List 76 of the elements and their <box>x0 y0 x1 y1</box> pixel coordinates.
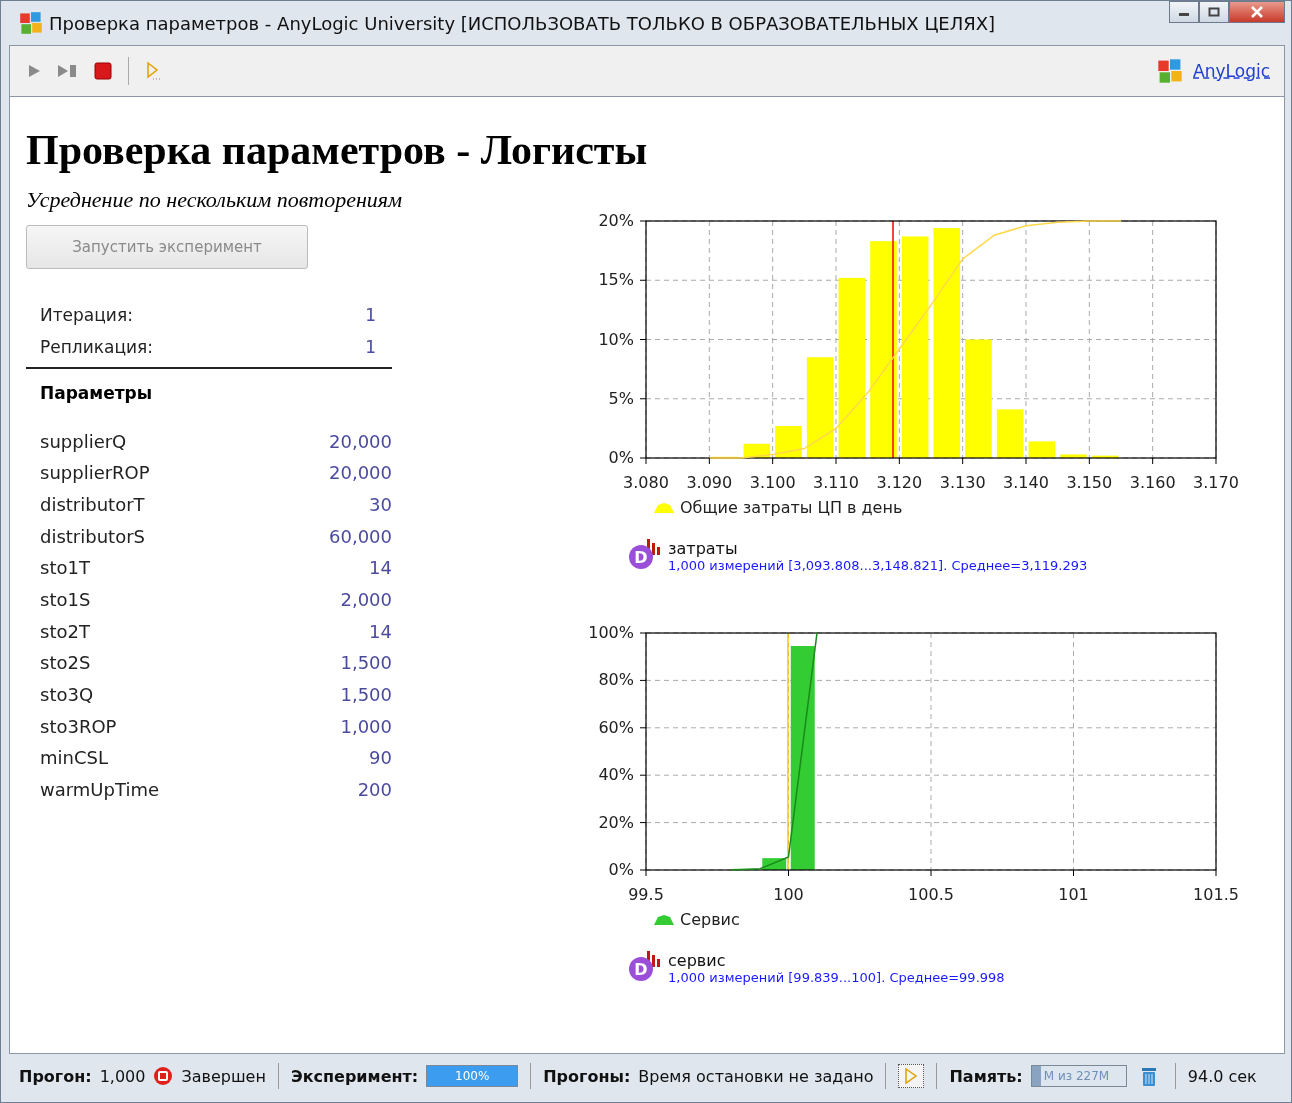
y-tick-label: 40% <box>598 765 634 785</box>
x-tick-label: 99.5 <box>628 885 664 905</box>
parameter-value: 1,500 <box>340 684 392 706</box>
y-tick-label: 60% <box>598 718 634 737</box>
parameter-value: 1,000 <box>340 715 392 737</box>
y-tick-label: 0% <box>608 860 634 880</box>
x-tick-label: 101.5 <box>1193 885 1239 905</box>
statistics-summary: 1,000 измерений [99.839...100]. Среднее=99.998 <box>668 970 1005 986</box>
runs-value: Время остановки не задано <box>638 1066 874 1086</box>
parameter-value: 1,500 <box>340 652 392 674</box>
memory-text: M из 227M <box>1043 1068 1110 1085</box>
parameter-name: warmUpTime <box>40 779 160 801</box>
y-tick-label: 80% <box>598 670 634 690</box>
parameter-name: distributorT <box>40 493 145 515</box>
parameters-title: Параметры <box>39 382 154 406</box>
statistics-summary: 1,000 измерений [3,093.808...3,148.821]. Среднее=3,119.293 <box>668 558 1088 574</box>
parameter-value: 200 <box>357 779 392 801</box>
run-state: Завершен <box>181 1066 266 1086</box>
counter-value: 1 <box>365 337 376 358</box>
runs-label: Прогоны: <box>543 1066 631 1086</box>
parameter-name: sto3ROP <box>40 715 117 737</box>
experiment-label: Эксперимент: <box>290 1066 419 1086</box>
parameter-name: supplierQ <box>40 430 127 452</box>
legend-label: Сервис <box>680 910 740 930</box>
parameter-name: sto3Q <box>40 684 94 706</box>
counter-value: 1 <box>365 305 376 326</box>
parameter-name: sto2S <box>40 652 91 674</box>
x-tick-label: 101 <box>1058 885 1089 905</box>
y-tick-label: 20% <box>598 211 634 231</box>
statistics-name: сервис <box>668 951 727 971</box>
parameter-value: 14 <box>369 620 392 642</box>
parameter-value: 20,000 <box>329 430 392 452</box>
parameter-name: sto1S <box>40 588 91 610</box>
counter-label: Репликация: <box>40 337 153 358</box>
parameter-value: 60,000 <box>329 525 392 547</box>
parameter-value: 30 <box>369 493 392 515</box>
y-tick-label: 10% <box>598 329 634 349</box>
parameter-name: sto2T <box>40 620 90 642</box>
parameter-value: 2,000 <box>340 588 392 610</box>
x-tick-label: 3.090 <box>686 473 733 493</box>
counter-label: Итерация: <box>40 305 133 326</box>
x-tick-label: 3.130 <box>939 473 986 493</box>
page-heading: Проверка параметров - Логисты <box>26 127 649 174</box>
x-tick-label: 3.160 <box>1129 473 1176 493</box>
run-count: 1,000 <box>99 1066 146 1086</box>
subtitle: Усреднение по нескольким повторениям <box>26 187 403 214</box>
run-label: Прогон: <box>19 1066 92 1086</box>
legend-label: Общие затраты ЦП в день <box>680 498 903 518</box>
parameter-value: 14 <box>369 557 392 579</box>
y-tick-label: 100% <box>588 623 634 643</box>
parameter-name: sto1T <box>40 557 90 579</box>
statistics-name: затраты <box>668 539 739 559</box>
x-tick-label: 3.140 <box>1003 473 1049 493</box>
x-tick-label: 3.150 <box>1066 473 1113 493</box>
parameter-name: supplierROP <box>40 462 150 484</box>
dataset-icon-letter: D <box>634 548 648 568</box>
x-tick-label: 3.100 <box>749 473 796 493</box>
x-tick-label: 3.170 <box>1193 473 1239 493</box>
x-tick-label: 3.110 <box>813 473 859 493</box>
y-tick-label: 5% <box>608 388 634 408</box>
y-tick-label: 20% <box>598 812 634 832</box>
parameter-value: 90 <box>369 747 392 769</box>
y-tick-label: 15% <box>598 270 634 290</box>
x-tick-label: 100 <box>773 885 804 905</box>
memory-label: Память: <box>949 1066 1023 1086</box>
window-title: Проверка параметров - AnyLogic University [ИСПОЛЬЗОВАТЬ ТОЛЬКО В ОБРАЗОВАТЕЛЬНЫХ ЦЕЛЯХ] <box>49 12 996 34</box>
elapsed-time: 94.0 сек <box>1187 1066 1257 1086</box>
y-tick-label: 0% <box>608 448 634 468</box>
x-tick-label: 100.5 <box>908 885 954 905</box>
parameter-name: distributorS <box>40 525 145 547</box>
parameter-name: minCSL <box>40 747 108 769</box>
x-tick-label: 3.120 <box>876 473 923 493</box>
x-tick-label: 3.080 <box>623 473 669 493</box>
progress-text: 100% <box>454 1068 491 1085</box>
dataset-icon-letter: D <box>634 960 648 980</box>
parameter-value: 20,000 <box>329 462 392 484</box>
